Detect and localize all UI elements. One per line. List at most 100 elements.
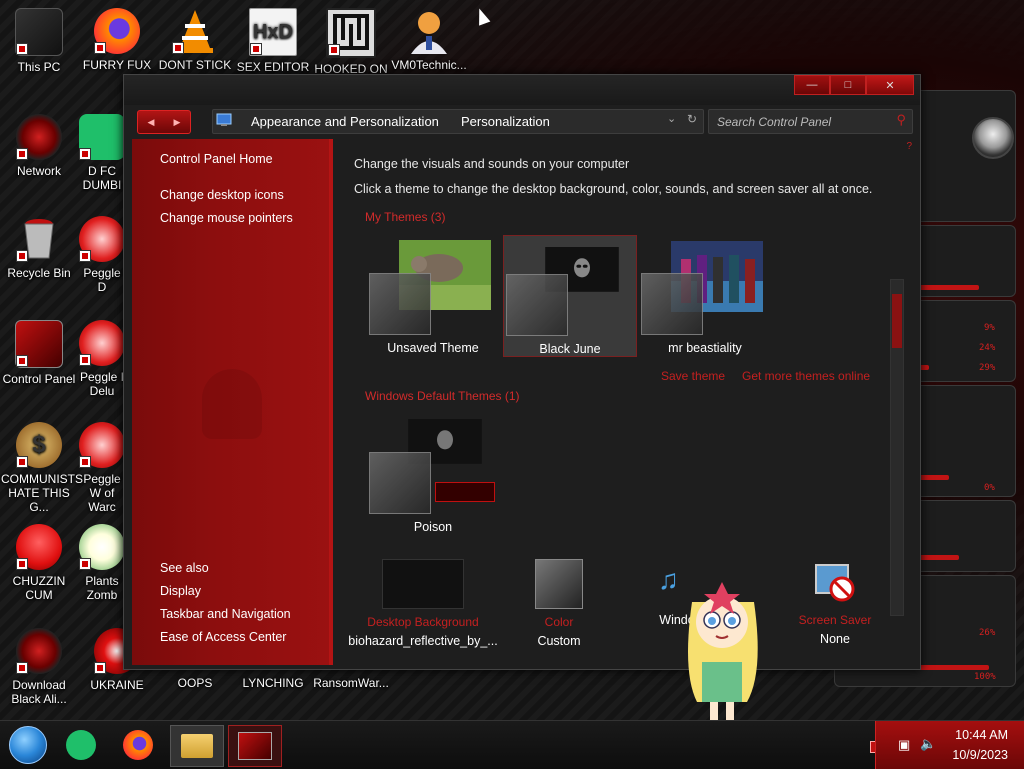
color-swatch bbox=[506, 274, 568, 336]
start-button[interactable] bbox=[2, 725, 54, 765]
technician-avatar-icon bbox=[406, 8, 452, 54]
minimize-button[interactable]: — bbox=[794, 75, 830, 95]
control-panel-icon bbox=[216, 113, 232, 126]
setting-label: Desktop Background bbox=[367, 615, 479, 629]
desktop-icon-peggle-d[interactable]: Peggle D bbox=[79, 216, 125, 294]
theme-black-june[interactable]: Black June bbox=[503, 235, 637, 357]
sidebar-link-control-panel-home[interactable]: Control Panel Home bbox=[160, 152, 273, 166]
money-bag-icon: $ bbox=[16, 422, 62, 468]
flower-icon bbox=[79, 524, 125, 570]
color-setting[interactable]: Color Custom bbox=[484, 559, 634, 648]
peggle-icon bbox=[79, 216, 125, 262]
refresh-icon[interactable]: ↻ bbox=[687, 112, 697, 126]
taskbar-notes-app[interactable] bbox=[55, 725, 107, 765]
alien-disc-icon bbox=[16, 628, 62, 674]
chevron-down-icon[interactable]: ⌄ bbox=[667, 112, 676, 125]
desktop-icon-dfc-dumbi[interactable]: D FC DUMBI bbox=[79, 114, 125, 192]
desktop-icon-ransomware[interactable]: RansomWar... bbox=[313, 676, 389, 690]
screen-saver-setting[interactable]: Screen Saver None bbox=[760, 559, 910, 646]
setting-value: None bbox=[820, 632, 850, 646]
clock-date[interactable]: 10/9/2023 bbox=[952, 748, 1008, 762]
taskbar-firefox[interactable] bbox=[112, 725, 164, 765]
close-button[interactable]: ✕ bbox=[866, 75, 914, 95]
color-swatch bbox=[369, 273, 431, 335]
alien-logo-icon bbox=[972, 117, 1014, 159]
sidebar-link-taskbar-navigation[interactable]: Taskbar and Navigation bbox=[160, 607, 291, 621]
desktop-icon-this-pc[interactable]: This PC bbox=[1, 8, 77, 74]
desktop-icon-peggle-deluxe[interactable]: Peggle I Delu bbox=[79, 320, 125, 398]
taskbar-file-explorer[interactable] bbox=[170, 725, 224, 767]
desktop-icon-label: Recycle Bin bbox=[7, 266, 71, 280]
desktop-icon-download-black-alien[interactable]: Download Black Ali... bbox=[1, 628, 77, 706]
desktop-icon-label: UKRAINE bbox=[90, 678, 144, 692]
network-icon[interactable]: ▣ bbox=[898, 737, 910, 753]
page-heading: Change the visuals and sounds on your co… bbox=[354, 157, 630, 171]
sidebar-link-display[interactable]: Display bbox=[160, 584, 201, 598]
hud-percent: 26% bbox=[979, 628, 996, 638]
clock-time[interactable]: 10:44 AM bbox=[955, 728, 1008, 742]
breadcrumb-appearance[interactable]: Appearance and Personalization bbox=[251, 114, 439, 129]
see-also-heading: See also bbox=[160, 561, 209, 575]
volume-icon[interactable]: 🔈 bbox=[920, 736, 936, 752]
start-orb-icon bbox=[9, 726, 47, 764]
cartoon-character-sticker bbox=[688, 582, 758, 720]
back-arrow-icon[interactable]: ◀ bbox=[138, 111, 164, 133]
desktop-icon-sex-editor[interactable]: HxD SEX EDITOR bbox=[235, 8, 311, 74]
help-icon[interactable]: ? bbox=[906, 141, 912, 152]
address-bar[interactable]: Appearance and Personalization Personali… bbox=[212, 109, 704, 134]
theme-mr-beastiality[interactable]: mr beastiality bbox=[639, 235, 771, 355]
desktop-icon-furry-fux[interactable]: FURRY FUX bbox=[79, 8, 155, 72]
search-input[interactable] bbox=[715, 113, 889, 131]
hud-percent: 29% bbox=[979, 363, 996, 373]
taskbar-control-panel[interactable] bbox=[228, 725, 282, 767]
desktop-background-setting[interactable]: Desktop Background biohazard_reflective_… bbox=[348, 559, 498, 648]
desktop-icon-network[interactable]: Network bbox=[1, 114, 77, 178]
breadcrumb-personalization[interactable]: Personalization bbox=[461, 114, 550, 129]
desktop-icon-hooked-on[interactable]: HOOKED ON bbox=[313, 8, 389, 76]
theme-name: Unsaved Theme bbox=[387, 341, 479, 355]
theme-name: Black June bbox=[539, 342, 601, 356]
firefox-icon bbox=[94, 8, 140, 54]
vlc-cone-icon bbox=[172, 8, 218, 54]
network-globe-icon bbox=[16, 114, 62, 160]
desktop-icon-label: LYNCHING bbox=[242, 676, 304, 690]
computer-icon bbox=[15, 8, 63, 56]
forward-arrow-icon[interactable]: ▶ bbox=[164, 111, 190, 133]
desktop-icon-plants-zombies[interactable]: Plants Zomb bbox=[79, 524, 125, 602]
background-thumbnail bbox=[382, 559, 464, 609]
window-titlebar[interactable]: — □ ✕ bbox=[124, 75, 920, 105]
desktop-icon-label: Plants Zomb bbox=[85, 574, 119, 602]
taskbar: ▣ 🔈 10:44 AM 10/9/2023 bbox=[0, 720, 1024, 769]
desktop-icon-label: VM0Technic... bbox=[391, 58, 467, 72]
get-more-themes-link[interactable]: Get more themes online bbox=[742, 369, 870, 383]
theme-name: Poison bbox=[413, 520, 453, 534]
setting-label: Color bbox=[544, 615, 574, 629]
desktop-icon-recycle-bin[interactable]: Recycle Bin bbox=[1, 216, 77, 280]
desktop-icon-chuzzin[interactable]: CHUZZIN CUM bbox=[1, 524, 77, 602]
desktop-icon-control-panel[interactable]: Control Panel bbox=[1, 320, 77, 386]
maximize-button[interactable]: □ bbox=[830, 75, 866, 95]
scrollbar-thumb[interactable] bbox=[892, 294, 902, 348]
desktop-icon-label: DONT STICK bbox=[158, 58, 232, 72]
mouse-cursor-icon bbox=[473, 6, 491, 26]
notes-app-icon bbox=[79, 114, 125, 160]
desktop-icon-label: SEX EDITOR bbox=[236, 60, 310, 74]
search-icon[interactable]: ⚲ bbox=[896, 112, 906, 128]
control-panel-icon bbox=[238, 732, 272, 760]
peggle-icon bbox=[79, 422, 125, 468]
sidebar-link-change-mouse-pointers[interactable]: Change mouse pointers bbox=[160, 211, 293, 225]
sidebar: Control Panel Home Change desktop icons … bbox=[132, 139, 333, 665]
desktop-icon-oops[interactable]: OOPS bbox=[157, 676, 233, 690]
sidebar-link-ease-of-access[interactable]: Ease of Access Center bbox=[160, 630, 286, 644]
desktop-icon-peggle-wow[interactable]: Peggle W of Warc bbox=[79, 422, 125, 514]
sidebar-link-change-desktop-icons[interactable]: Change desktop icons bbox=[160, 188, 284, 202]
desktop-icon-communists[interactable]: $ COMMUNISTS HATE THIS G... bbox=[1, 422, 83, 514]
theme-poison[interactable]: Poison bbox=[367, 414, 499, 534]
desktop-icon-dont-stick[interactable]: DONT STICK bbox=[157, 8, 233, 72]
desktop-icon-lynching[interactable]: LYNCHING bbox=[235, 676, 311, 690]
desktop-icon-vm0technic[interactable]: VM0Technic... bbox=[391, 8, 467, 72]
maze-icon bbox=[326, 8, 376, 58]
theme-unsaved[interactable]: Unsaved Theme bbox=[367, 235, 499, 355]
page-subheading: Click a theme to change the desktop back… bbox=[354, 182, 873, 196]
save-theme-link[interactable]: Save theme bbox=[661, 369, 725, 383]
